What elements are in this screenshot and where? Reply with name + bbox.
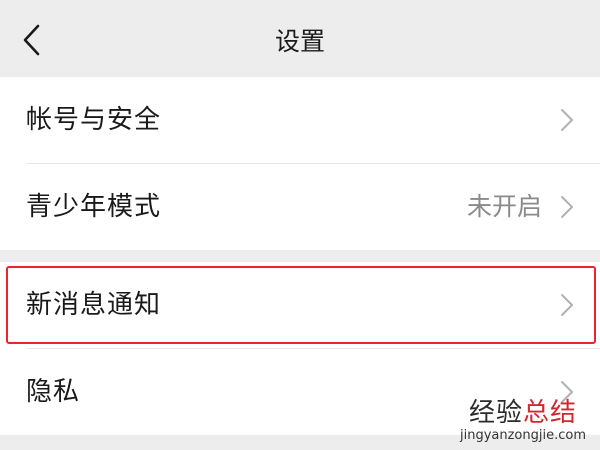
settings-group-account: 帐号与安全 青少年模式 未开启 <box>0 77 600 250</box>
chevron-right-icon <box>560 293 574 317</box>
chevron-right-icon <box>560 380 574 404</box>
settings-item-label: 帐号与安全 <box>26 105 162 135</box>
settings-item-status: 未开启 <box>466 192 542 221</box>
page-title: 设置 <box>274 27 325 56</box>
settings-item-label: 青少年模式 <box>26 192 162 222</box>
navigation-bar: 设置 <box>0 0 600 77</box>
chevron-right-icon <box>560 108 574 132</box>
settings-item-label: 新消息通知 <box>26 290 162 320</box>
settings-item-label: 隐私 <box>26 377 81 407</box>
settings-item-privacy[interactable]: 隐私 <box>0 349 600 435</box>
settings-group-general: 新消息通知 隐私 <box>0 262 600 435</box>
settings-item-account-security[interactable]: 帐号与安全 <box>0 77 600 163</box>
settings-item-new-message-notification[interactable]: 新消息通知 <box>0 262 600 348</box>
settings-item-teen-mode[interactable]: 青少年模式 未开启 <box>0 164 600 250</box>
chevron-right-icon <box>560 195 574 219</box>
